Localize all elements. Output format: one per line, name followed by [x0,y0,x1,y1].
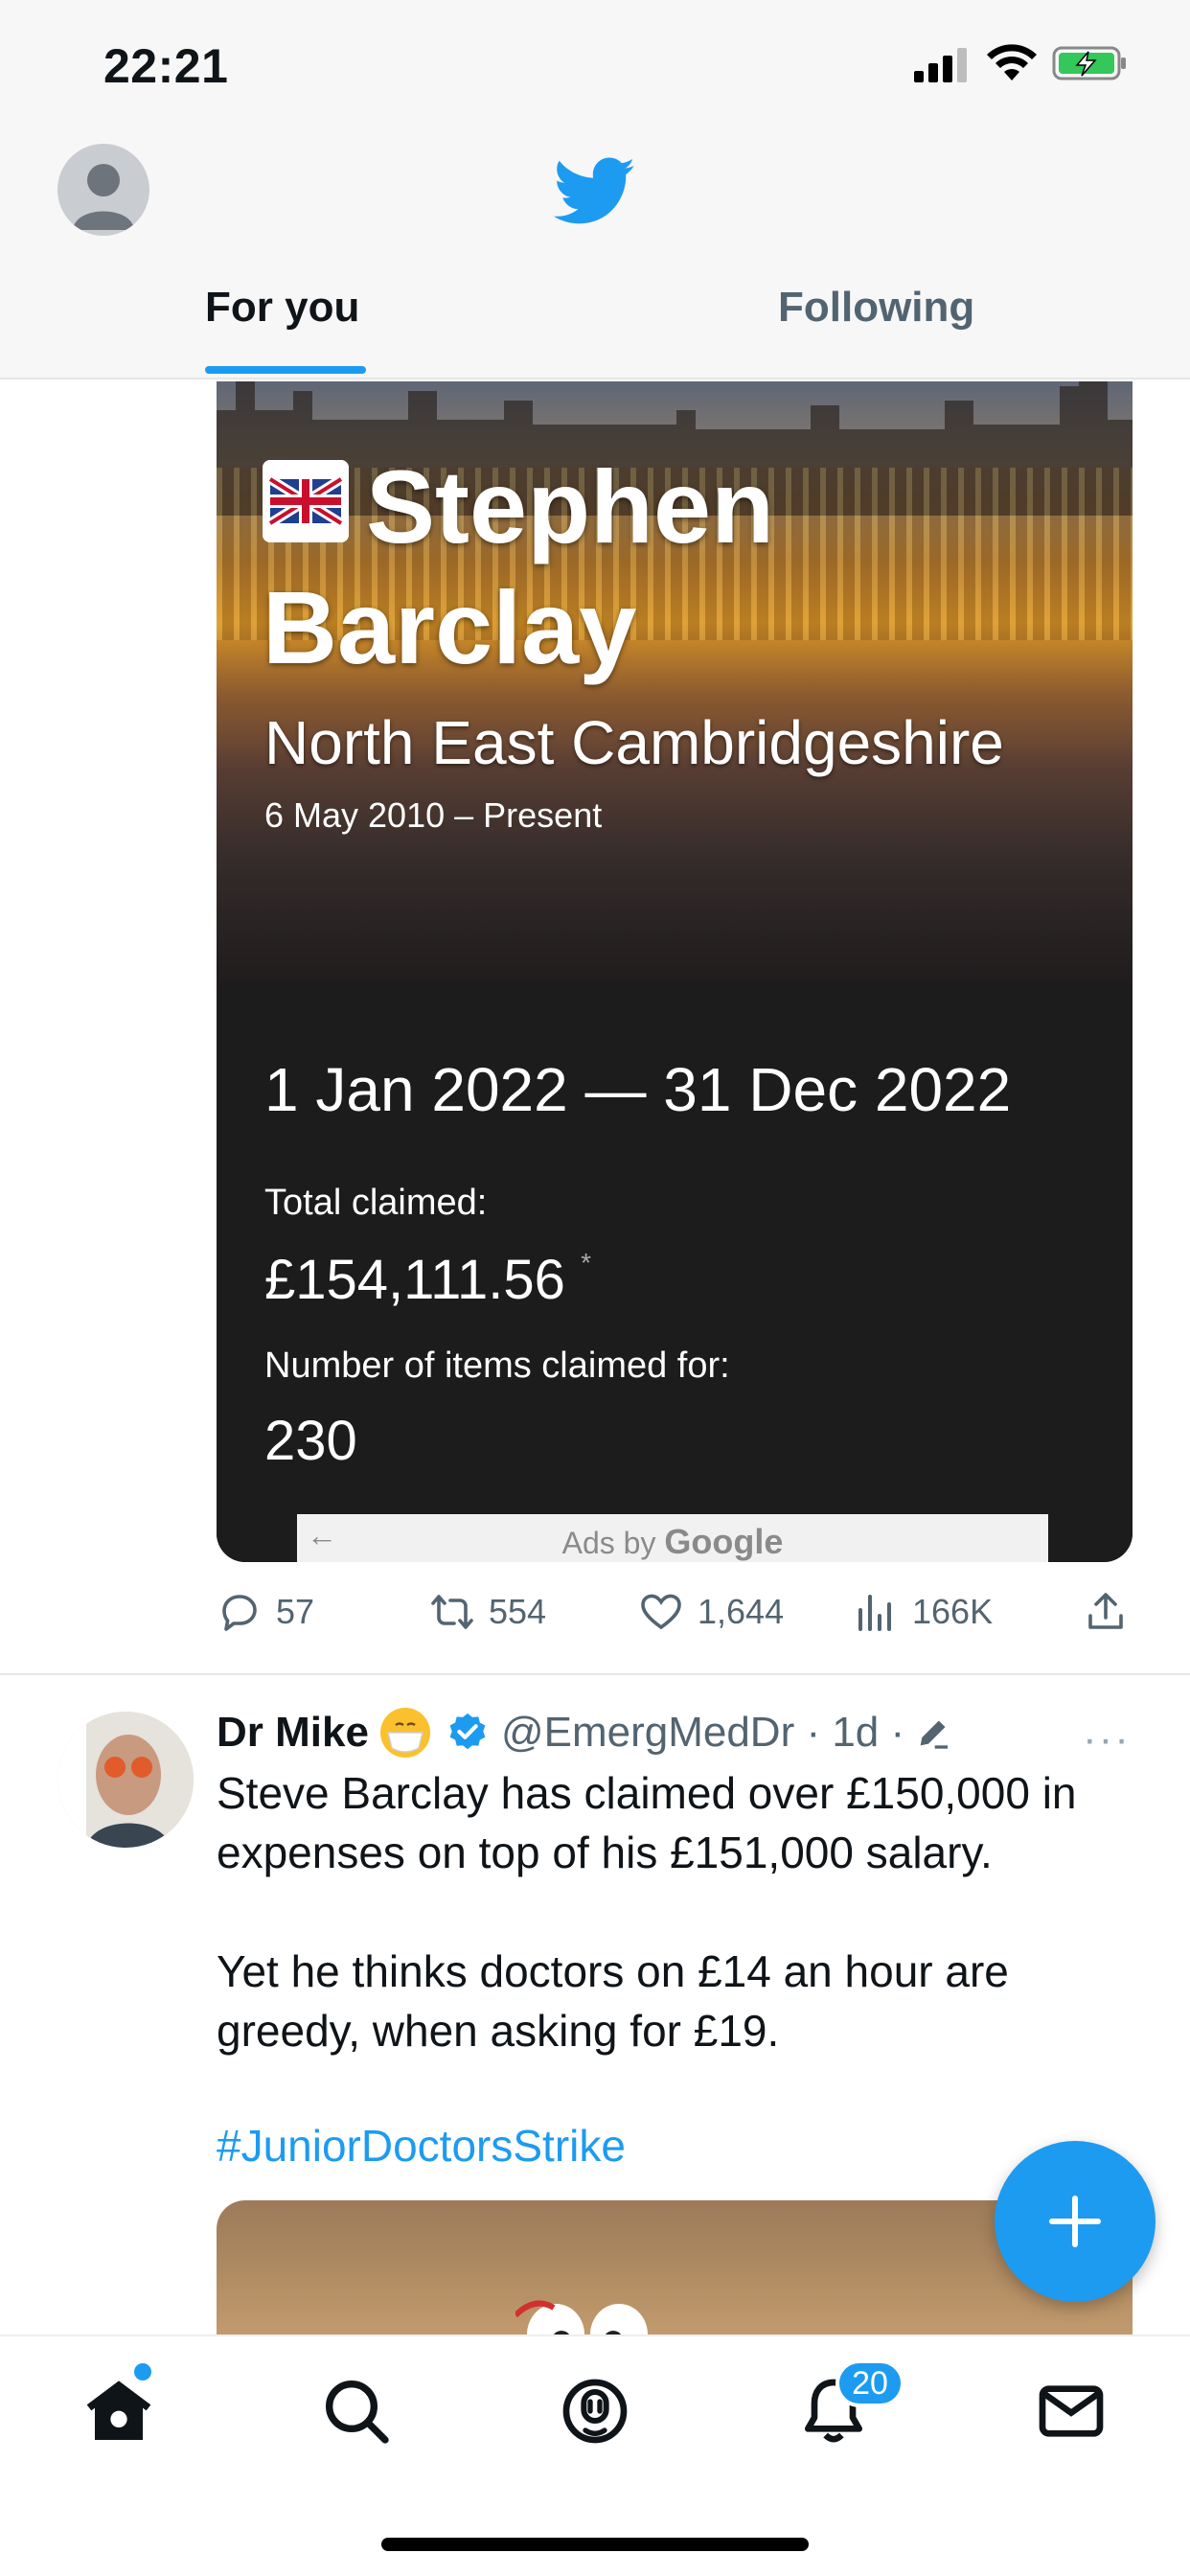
verified-badge-icon [449,1713,486,1750]
google-wordmark: Google [664,1522,784,1561]
timeline-header: For you Following [0,134,1190,380]
home-indicator-bar [381,2538,809,2551]
cartoon-eyes-graphic [515,2300,648,2334]
author-name[interactable]: Dr Mike [217,1709,369,1757]
notification-count-badge: 20 [835,2359,904,2407]
items-claimed-label: Number of items claimed for: [264,1346,730,1386]
search-icon[interactable] [318,2373,395,2450]
plus-icon [1049,2196,1101,2247]
edited-pencil-icon[interactable] [914,1714,952,1752]
reply-button[interactable]: 57 [217,1583,314,1641]
home-unread-dot [134,2363,151,2380]
compose-tweet-button[interactable] [995,2141,1156,2302]
tweet-author-line: Dr Mike @EmergMedDr · 1d · [217,1704,952,1761]
more-options-icon[interactable]: ··· [1083,1715,1131,1763]
default-avatar-icon [73,164,134,230]
face-with-mask-emoji-icon [379,1708,430,1758]
views-button[interactable]: 166K [853,1583,993,1641]
tweet-paragraph-2: Yet he thinks doctors on £14 an hour are… [217,1946,1009,2056]
tab-for-you[interactable]: For you [205,284,359,332]
claim-date-range: 1 Jan 2022 — 31 Dec 2022 [264,1055,1012,1124]
tweet-action-bar: 57 554 1,644 166K [217,1583,1133,1641]
tweet-media-card[interactable]: Stephen Barclay North East Cambridgeshir… [217,381,1133,1562]
status-time: 22:21 [103,39,229,93]
retweet-button[interactable]: 554 [429,1583,546,1641]
tab-following[interactable]: Following [778,284,974,332]
author-avatar[interactable] [57,1712,194,1848]
spaces-icon[interactable] [557,2373,633,2450]
reply-count: 57 [276,1592,315,1631]
retweet-count: 554 [489,1592,547,1631]
ads-by-google: Ads by Google [297,1522,1048,1562]
ads-by-label: Ads by [561,1526,656,1560]
footnote-asterisk: * [581,1248,591,1277]
tweet-paragraph-1: Steve Barclay has claimed over £150,000 … [217,1768,1077,1877]
share-button[interactable] [1083,1583,1142,1641]
google-ad-bar[interactable]: ← Ads by Google [297,1514,1048,1562]
wifi-icon [987,44,1037,80]
term-dates: 6 May 2010 – Present [264,795,603,835]
twitter-bird-icon[interactable] [554,157,636,226]
total-claimed-value: £154,111.56 * [264,1248,591,1312]
heart-icon [641,1594,681,1630]
total-claimed-amount: £154,111.56 [264,1249,565,1311]
status-bar: 22:21 [0,0,1190,134]
share-icon [1088,1593,1123,1629]
constituency: North East Cambridgeshire [264,708,1004,777]
author-photo [57,1712,194,1848]
home-icon[interactable] [80,2373,157,2450]
retweet-icon [431,1595,473,1629]
profile-avatar-button[interactable] [57,144,149,236]
total-claimed-label: Total claimed: [264,1183,488,1223]
like-button[interactable]: 1,644 [638,1583,784,1641]
tweet-divider [0,1673,1190,1675]
like-count: 1,644 [698,1592,785,1631]
reply-icon [222,1595,257,1631]
view-count: 166K [912,1592,994,1631]
active-tab-indicator [205,366,366,374]
hashtag-link[interactable]: #JuniorDoctorsStrike [217,2120,626,2172]
tweet-text: Steve Barclay has claimed over £150,000 … [217,1763,1136,2120]
views-chart-icon [858,1595,891,1631]
items-claimed-value: 230 [264,1410,357,1472]
messages-icon[interactable] [1033,2373,1110,2450]
battery-charging-icon [1052,46,1126,80]
mp-name: Stephen Barclay [263,448,775,685]
cellular-signal-icon [914,48,967,82]
author-handle-time[interactable]: @EmergMedDr · 1d · [501,1709,904,1757]
